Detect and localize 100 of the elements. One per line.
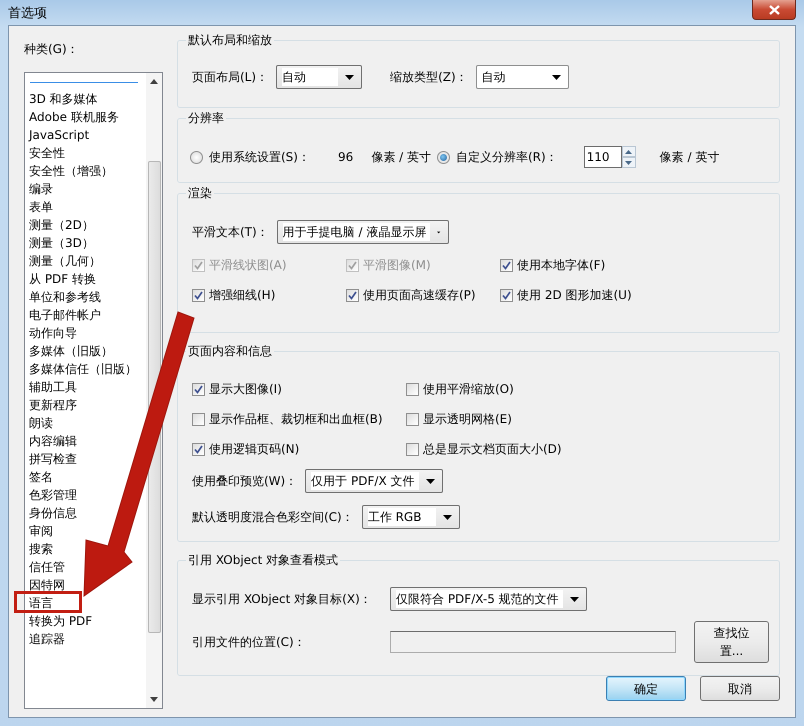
caret-icon: [426, 478, 436, 484]
checkbox[interactable]: [346, 288, 359, 302]
checkbox[interactable]: [192, 382, 205, 396]
checkbox-label: 平滑图像(M): [363, 257, 431, 274]
list-item[interactable]: 测量（3D）: [29, 234, 94, 252]
radio-button[interactable]: [190, 150, 203, 164]
dropdown[interactable]: 自动: [476, 65, 569, 89]
dropdown[interactable]: 仅限符合 PDF/X-5 规范的文件: [390, 587, 587, 611]
checkbox[interactable]: [406, 412, 419, 426]
checkbox[interactable]: [406, 442, 419, 456]
list-item[interactable]: 单位和参考线: [29, 288, 101, 306]
list-item[interactable]: 电子邮件帐户: [29, 306, 101, 324]
list-item[interactable]: 色彩管理: [29, 486, 77, 504]
checkbox-label: 使用逻辑页码(N): [209, 441, 300, 458]
list-item[interactable]: 多媒体（旧版）: [29, 342, 113, 360]
list-item[interactable]: 表单: [29, 198, 53, 216]
down-arrow-icon: [625, 160, 632, 164]
checkbox-label: 显示大图像(I): [209, 381, 282, 398]
ok-button[interactable]: 确定: [606, 676, 686, 701]
value-text: 96: [338, 149, 354, 166]
list-item[interactable]: 审阅: [29, 522, 53, 540]
caret-icon: [570, 596, 579, 602]
spin-up-button[interactable]: [622, 146, 636, 157]
caret-icon: [442, 514, 452, 520]
group-title: 分辨率: [186, 110, 226, 126]
list-item[interactable]: 搜索: [29, 540, 53, 558]
checkbox[interactable]: [406, 382, 419, 396]
cancel-button[interactable]: 取消: [700, 676, 780, 701]
list-item[interactable]: 内容编辑: [29, 432, 77, 450]
group-title: 渲染: [186, 185, 214, 201]
number-field[interactable]: 110: [584, 146, 622, 168]
close-button[interactable]: [752, 0, 796, 20]
checkbox[interactable]: [192, 442, 205, 456]
up-arrow-icon: [625, 150, 632, 154]
checkbox[interactable]: [192, 412, 205, 426]
list-item[interactable]: 朗读: [29, 414, 53, 432]
scrollbar[interactable]: [146, 73, 162, 708]
list-item[interactable]: JavaScript: [29, 126, 90, 144]
list-item[interactable]: 编录: [29, 180, 53, 198]
field-label: 页面布局(L)：: [192, 69, 268, 86]
list-item[interactable]: 测量（2D）: [29, 216, 94, 234]
field-label: 使用叠印预览(W)：: [192, 473, 298, 490]
scroll-up-icon[interactable]: [150, 79, 158, 84]
dropdown[interactable]: 用于手提电脑 / 液晶显示屏: [276, 220, 449, 244]
checkbox-label: 使用本地字体(F): [517, 257, 606, 274]
unit-text: 像素 / 英寸: [371, 149, 431, 166]
radio-label: 使用系统设置(S)：: [209, 149, 310, 166]
list-item[interactable]: 身份信息: [29, 504, 77, 522]
list-item[interactable]: 多媒体信任（旧版）: [29, 360, 137, 378]
browse-button[interactable]: 查找位置...: [694, 621, 769, 663]
field-label: 引用文件的位置(C)：: [192, 634, 307, 651]
list-item[interactable]: 安全性: [29, 144, 65, 162]
list-item[interactable]: 语言: [29, 594, 53, 612]
list-item[interactable]: 信任管: [29, 558, 65, 576]
checkbox-label: 使用页面高速缓存(P): [363, 287, 476, 304]
close-icon: [768, 4, 780, 14]
field-label: 显示引用 XObject 对象目标(X)：: [192, 591, 373, 608]
checkbox-label: 平滑线状图(A): [209, 257, 287, 274]
list-item[interactable]: 签名: [29, 468, 53, 486]
scroll-down-icon[interactable]: [150, 697, 158, 702]
dropdown[interactable]: 仅用于 PDF/X 文件: [305, 469, 444, 493]
list-item[interactable]: 因特网: [29, 576, 65, 594]
caret-icon: [552, 74, 561, 80]
list-item[interactable]: Adobe 联机服务: [29, 108, 119, 126]
list-item[interactable]: 动作向导: [29, 324, 77, 342]
list-item[interactable]: 从 PDF 转换: [29, 270, 96, 288]
field-label: 默认透明度混合色彩空间(C)：: [192, 509, 354, 526]
dropdown[interactable]: 自动: [276, 65, 362, 89]
list-item[interactable]: 安全性（增强）: [29, 162, 113, 180]
field-label: 缩放类型(Z)：: [390, 69, 468, 86]
category-list[interactable]: 3D 和多媒体 Adobe 联机服务 JavaScript 安全性 安全性（增强） 编录 表单 测量（2D） 测量（3D） 测量（几何） 从 PDF 转换 单位和参考线 电子邮件帐户 动作向导 多媒体（旧版） 多媒体信任（旧版） 辅助工具 更新程序 朗读 内容编辑 拼写检查 签名 色彩管理 身份信息 审阅 搜索 信任管 因特网 语言 转换为 PDF 追踪器: [24, 72, 163, 709]
checkbox[interactable]: [500, 288, 513, 302]
field-label: 平滑文本(T)：: [192, 224, 269, 241]
caret-icon: [345, 74, 354, 80]
checkbox-label: 显示透明网格(E): [423, 411, 512, 428]
category-label: 种类(G)：: [24, 41, 80, 58]
list-item[interactable]: 追踪器: [29, 630, 65, 648]
checkbox-label: 总是显示文档页面大小(D): [423, 441, 562, 458]
spin-down-button[interactable]: [622, 157, 636, 168]
checkbox-label: 使用 2D 图形加速(U): [517, 287, 632, 304]
list-item[interactable]: 测量（几何）: [29, 252, 101, 270]
checkbox[interactable]: [192, 288, 205, 302]
checkbox-label: 使用平滑缩放(O): [423, 381, 514, 398]
group-title: 引用 XObject 对象查看模式: [186, 552, 340, 568]
window-title: 首选项: [8, 5, 47, 23]
radio-label: 自定义分辨率(R)：: [456, 149, 558, 166]
unit-text: 像素 / 英寸: [660, 149, 720, 166]
group-title: 默认布局和缩放: [186, 32, 274, 48]
location-field[interactable]: [390, 631, 676, 653]
list-item[interactable]: 3D 和多媒体: [29, 90, 98, 108]
list-item[interactable]: 转换为 PDF: [29, 612, 92, 630]
highlight-box: [14, 591, 82, 613]
dropdown[interactable]: 工作 RGB: [362, 505, 460, 529]
checkbox-label: 增强细线(H): [209, 287, 276, 304]
checkbox[interactable]: [500, 258, 513, 272]
list-item[interactable]: 辅助工具: [29, 378, 77, 396]
radio-button[interactable]: [436, 150, 450, 164]
group-title: 页面内容和信息: [186, 343, 274, 359]
list-item[interactable]: 拼写检查: [29, 450, 77, 468]
list-item[interactable]: 更新程序: [29, 396, 77, 414]
